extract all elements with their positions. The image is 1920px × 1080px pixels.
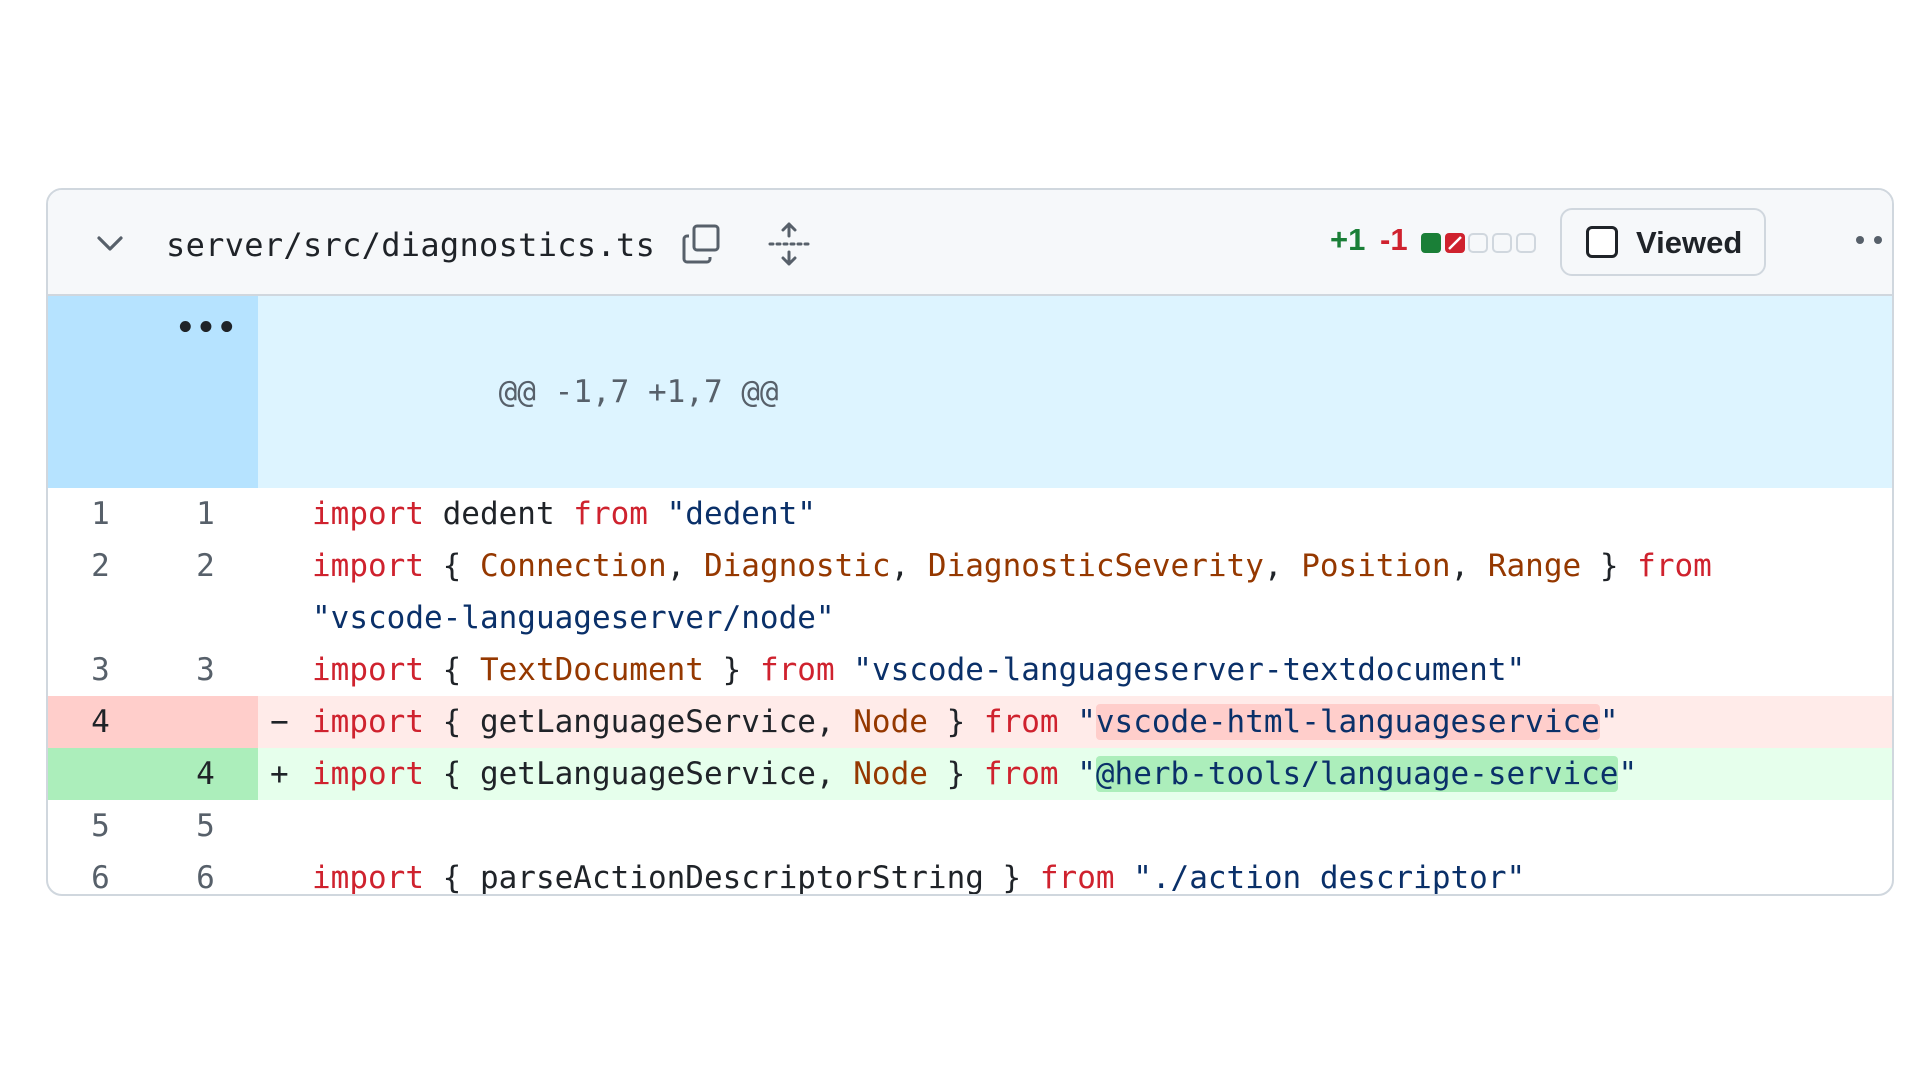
code-token: , bbox=[666, 548, 704, 584]
code-token: } bbox=[927, 756, 984, 792]
deletions-count: -1 bbox=[1380, 222, 1408, 257]
diff-line-added: 4 + import { getLanguageService, Node } fr… bbox=[48, 748, 1892, 800]
code-token: } bbox=[703, 652, 760, 688]
code-token: { parseActionDescriptorString } bbox=[423, 860, 1040, 896]
diff-line-deleted: 4 − import { getLanguageService, Node } fr… bbox=[48, 696, 1892, 748]
identifier-token: Diagnostic bbox=[703, 548, 891, 584]
code-line: + import { getLanguageService, Node } fro… bbox=[258, 748, 1892, 800]
old-line-number[interactable]: 5 bbox=[48, 800, 153, 852]
new-line-number[interactable] bbox=[153, 696, 258, 748]
string-token: " bbox=[1599, 704, 1619, 740]
new-line-number[interactable]: 3 bbox=[153, 644, 258, 696]
code-line: import { parseActionDescriptorString } f… bbox=[258, 852, 1892, 896]
diff-line: 1 1 import dedent from "dedent" bbox=[48, 488, 1892, 540]
identifier-token: Position bbox=[1301, 548, 1451, 584]
keyword-token: from bbox=[1039, 860, 1115, 896]
keyword-token: from bbox=[573, 496, 648, 532]
string-token: " bbox=[1618, 756, 1638, 792]
keyword-token: import bbox=[312, 756, 424, 792]
keyword-token: import bbox=[312, 860, 424, 896]
file-header: server/src/diagnostics.ts +1 -1 Viewed bbox=[48, 190, 1892, 296]
identifier-token: Connection bbox=[479, 548, 667, 584]
keyword-token: from bbox=[759, 652, 835, 688]
hunk-header-row: ••• @@ -1,7 +1,7 @@ bbox=[48, 296, 1892, 488]
code-line: import dedent from "dedent" bbox=[258, 488, 1892, 540]
hunk-header-text: @@ -1,7 +1,7 @@ bbox=[498, 374, 779, 410]
string-token: " bbox=[1058, 756, 1096, 792]
code-line: import { TextDocument } from "vscode-lan… bbox=[258, 644, 1892, 696]
hunk-header: @@ -1,7 +1,7 @@ bbox=[258, 296, 1892, 488]
new-line-number[interactable]: 4 bbox=[153, 748, 258, 800]
diff-table: ••• @@ -1,7 +1,7 @@ 1 1 import dedent from… bbox=[48, 296, 1892, 896]
code-token: { bbox=[423, 652, 480, 688]
old-line-number[interactable]: 1 bbox=[48, 488, 153, 540]
copy-icon[interactable] bbox=[680, 222, 724, 266]
code-token: } bbox=[1581, 548, 1638, 584]
code-token: , bbox=[1263, 548, 1302, 584]
expand-up-button[interactable]: ••• bbox=[48, 296, 258, 488]
identifier-token: Node bbox=[853, 756, 928, 792]
old-line-number[interactable]: 6 bbox=[48, 852, 153, 894]
diff-marker: + bbox=[270, 756, 289, 792]
identifier-token: DiagnosticSeverity bbox=[927, 548, 1264, 584]
expand-all-icon[interactable] bbox=[766, 220, 812, 268]
code-line: − import { getLanguageService, Node } fro… bbox=[258, 696, 1892, 748]
old-line-number[interactable]: 3 bbox=[48, 644, 153, 696]
new-line-number[interactable]: 6 bbox=[153, 852, 258, 894]
diff-line: 3 3 import { TextDocument } from "vscode-l… bbox=[48, 644, 1892, 696]
keyword-token: from bbox=[983, 756, 1059, 792]
code-token: { bbox=[423, 548, 480, 584]
keyword-token: import bbox=[312, 548, 424, 584]
diff-line: 55 bbox=[48, 800, 1892, 852]
code-line bbox=[258, 800, 1892, 852]
kebab-more-icon[interactable] bbox=[1854, 230, 1894, 250]
expand-up-icon: ••• bbox=[176, 310, 238, 346]
keyword-token: import bbox=[312, 496, 424, 532]
viewed-label: Viewed bbox=[1636, 225, 1743, 260]
file-path[interactable]: server/src/diagnostics.ts bbox=[166, 226, 655, 264]
keyword-token: from bbox=[983, 704, 1059, 740]
additions-count: +1 bbox=[1330, 222, 1366, 257]
string-token: "vscode-languageserver/node" bbox=[312, 600, 835, 636]
changed-text-highlight: vscode-html-languageservice bbox=[1095, 704, 1600, 740]
identifier-token: Node bbox=[853, 704, 928, 740]
keyword-token: from bbox=[1637, 548, 1712, 584]
code-token: , bbox=[890, 548, 928, 584]
diffstat-blocks bbox=[1421, 233, 1536, 253]
old-line-number[interactable] bbox=[48, 748, 153, 800]
diff-line: 6 6 import { parseActionDescriptorString }… bbox=[48, 852, 1892, 896]
new-line-number[interactable]: 5 bbox=[153, 800, 258, 852]
diff-file: server/src/diagnostics.ts +1 -1 Viewed •… bbox=[46, 188, 1894, 896]
old-line-number[interactable]: 4 bbox=[48, 696, 153, 748]
new-line-number[interactable]: 1 bbox=[153, 488, 258, 540]
viewed-checkbox[interactable] bbox=[1586, 226, 1618, 258]
code-token: dedent bbox=[423, 496, 574, 532]
string-token: "./action_descriptor" bbox=[1133, 860, 1526, 896]
code-token: { getLanguageService, bbox=[423, 756, 854, 792]
code-line: import { Connection, Diagnostic, Diagnos… bbox=[258, 540, 1892, 644]
diff-marker: − bbox=[270, 704, 289, 740]
chevron-down-icon[interactable] bbox=[94, 228, 126, 260]
new-line-number[interactable]: 2 bbox=[153, 540, 258, 644]
code-token: { getLanguageService, bbox=[423, 704, 854, 740]
code-token: } bbox=[927, 704, 984, 740]
identifier-token: Range bbox=[1487, 548, 1582, 584]
diff-line: 2 2 import { Connection, Diagnostic, Diagn… bbox=[48, 540, 1892, 644]
string-token: "vscode-languageserver-textdocument" bbox=[853, 652, 1526, 688]
string-token: " bbox=[1058, 704, 1096, 740]
code-token: , bbox=[1450, 548, 1488, 584]
string-token: "dedent" bbox=[666, 496, 816, 532]
changed-text-highlight: @herb-tools/language-service bbox=[1095, 756, 1619, 792]
keyword-token: import bbox=[312, 704, 424, 740]
viewed-checkbox-button[interactable]: Viewed bbox=[1560, 208, 1766, 276]
old-line-number[interactable]: 2 bbox=[48, 540, 153, 644]
keyword-token: import bbox=[312, 652, 424, 688]
identifier-token: TextDocument bbox=[479, 652, 704, 688]
